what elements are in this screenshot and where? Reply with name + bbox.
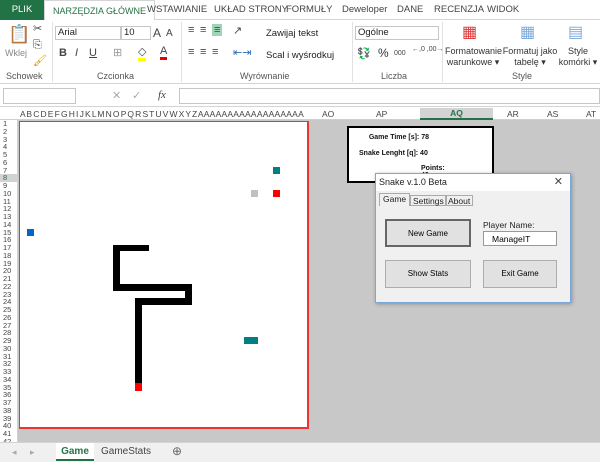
tab-formulas[interactable]: FORMUŁY: [286, 4, 332, 15]
snake-length: Snake Lenght [q]: 40: [359, 150, 428, 157]
tab-insert[interactable]: WSTAWIANIE: [147, 4, 207, 15]
bonus-item: [244, 337, 258, 344]
increase-font-icon[interactable]: A: [153, 26, 161, 40]
decrease-font-icon[interactable]: A: [166, 28, 173, 39]
tab-settings[interactable]: Settings: [410, 195, 447, 206]
ribbon-tabs: PLIK NARZĘDZIA GŁÓWNE WSTAWIANIE UKŁAD S…: [0, 0, 600, 21]
column-header[interactable]: AT: [586, 109, 596, 119]
cut-icon[interactable]: ✂: [33, 22, 42, 35]
column-header[interactable]: AS: [547, 109, 558, 119]
font-size-select[interactable]: 10: [121, 26, 151, 40]
italic-icon[interactable]: I: [75, 47, 78, 59]
tab-home[interactable]: NARZĘDZIA GŁÓWNE: [44, 0, 156, 21]
bonus-item: [273, 167, 280, 174]
bold-icon[interactable]: B: [59, 47, 67, 59]
row-headers: 1 2 3 4 5 6 7 8 9 10 11 12 13 14 15 16 17 18 19 20 21 22 23 24 2…: [0, 120, 18, 442]
obstacle-item: [251, 190, 258, 197]
copy-icon[interactable]: ⎘: [33, 39, 42, 52]
enter-icon[interactable]: ✓: [132, 89, 141, 102]
tab-page-layout[interactable]: UKŁAD STRONY: [214, 4, 288, 15]
player-name-label: Player Name:: [483, 220, 535, 230]
fill-color-icon[interactable]: ◇: [138, 45, 147, 61]
number-format-select[interactable]: Ogólne: [355, 26, 439, 40]
snake-segment: [113, 284, 192, 291]
group-font: Czcionka: [97, 71, 135, 81]
column-headers: A B C D E F G H I J K L M N O P Q R S T …: [0, 108, 600, 120]
tab-game[interactable]: Game: [379, 193, 411, 206]
sheet-tab-gamestats[interactable]: GameStats: [101, 446, 151, 457]
game-time: Game Time [s]: 78: [368, 134, 429, 141]
scroll-left-icon[interactable]: ◂: [12, 447, 17, 458]
format-as-table-button[interactable]: Formatuj jako tabelę ▾: [502, 46, 558, 68]
dialog-title: Snake v.1.0 Beta: [379, 177, 447, 187]
close-icon[interactable]: ✕: [554, 175, 563, 188]
dialog-titlebar: Snake v.1.0 Beta ✕: [376, 174, 570, 191]
snake-head: [135, 383, 142, 391]
column-header-selected[interactable]: AQ: [420, 108, 493, 120]
formula-input[interactable]: [179, 88, 600, 104]
narrow-column-headers[interactable]: A B C D E F G H I J K L M N O P Q R S T …: [20, 109, 310, 119]
align-center-icon[interactable]: ≡: [200, 46, 206, 58]
column-header[interactable]: AO: [322, 109, 334, 119]
paste-button[interactable]: Wklej: [5, 48, 27, 58]
group-number: Liczba: [381, 71, 408, 81]
ribbon: 📋 Wklej ✂ ⎘ 🖌 Schowek Arial 10 A A B I U…: [0, 20, 600, 84]
merge-center-button[interactable]: Scal i wyśrodkuj: [266, 50, 334, 61]
paste-icon[interactable]: 📋: [8, 24, 30, 45]
tab-about[interactable]: About: [445, 195, 474, 206]
indent-icon[interactable]: ⇤⇥: [233, 46, 251, 59]
formula-bar: ✕ ✓ fx: [0, 85, 600, 107]
sheet-tabs-bar: ◂ ▸ Game GameStats ⊕: [0, 442, 600, 462]
underline-icon[interactable]: U: [89, 47, 97, 59]
conditional-format-button[interactable]: Formatowanie warunkowe ▾: [445, 46, 502, 68]
group-alignment: Wyrównanie: [240, 71, 290, 81]
snake-segment: [135, 298, 192, 305]
group-clipboard: Schowek: [6, 71, 43, 81]
font-name-select[interactable]: Arial: [55, 26, 121, 40]
show-stats-button[interactable]: Show Stats: [385, 260, 471, 288]
add-sheet-icon[interactable]: ⊕: [172, 444, 182, 458]
borders-icon[interactable]: ⊞: [113, 46, 122, 59]
format-table-icon[interactable]: ▦: [520, 22, 535, 42]
group-styles: Style: [512, 71, 533, 81]
snake-dialog: Snake v.1.0 Beta ✕ Game Settings About N…: [375, 173, 571, 303]
wrap-text-button[interactable]: Zawijaj tekst: [266, 28, 318, 39]
sheet-tab-game[interactable]: Game: [56, 443, 94, 461]
align-left-icon[interactable]: ≡: [188, 46, 194, 58]
snake-segment: [135, 298, 142, 384]
orientation-icon[interactable]: ↗: [233, 24, 242, 37]
percent-button[interactable]: %: [378, 46, 389, 60]
exit-game-button[interactable]: Exit Game: [483, 260, 557, 288]
conditional-format-icon[interactable]: ▦: [462, 22, 477, 42]
font-color-icon[interactable]: A: [160, 45, 168, 60]
align-bottom-icon[interactable]: ≡: [212, 24, 223, 36]
game-board: [19, 121, 309, 429]
tab-review[interactable]: RECENZJA: [434, 4, 484, 15]
tab-developer[interactable]: Deweloper: [342, 4, 387, 15]
format-painter-icon[interactable]: 🖌: [33, 54, 47, 67]
thousands-button[interactable]: 000: [394, 50, 406, 57]
column-header[interactable]: AR: [507, 109, 519, 119]
food-item: [273, 190, 280, 197]
currency-icon[interactable]: 💱: [357, 47, 371, 60]
tab-view[interactable]: WIDOK: [487, 4, 519, 15]
cell-styles-button[interactable]: Style komórki ▾: [558, 46, 598, 68]
column-header[interactable]: AP: [376, 109, 387, 119]
insert-function-button[interactable]: fx: [158, 89, 166, 101]
scroll-right-icon[interactable]: ▸: [30, 447, 35, 458]
blue-item: [27, 229, 34, 236]
cell-styles-icon[interactable]: ▤: [568, 22, 583, 42]
name-box[interactable]: [3, 88, 76, 104]
tab-file[interactable]: PLIK: [0, 0, 44, 20]
cancel-icon[interactable]: ✕: [112, 89, 121, 102]
tab-data[interactable]: DANE: [397, 4, 423, 15]
align-right-icon[interactable]: ≡: [212, 46, 218, 58]
align-middle-icon[interactable]: ≡: [200, 24, 206, 36]
new-game-button[interactable]: New Game: [385, 219, 471, 247]
player-name-input[interactable]: ManageIT: [483, 231, 557, 246]
decimal-icon[interactable]: ←,0 ,00→: [412, 46, 444, 53]
align-top-icon[interactable]: ≡: [188, 24, 194, 36]
